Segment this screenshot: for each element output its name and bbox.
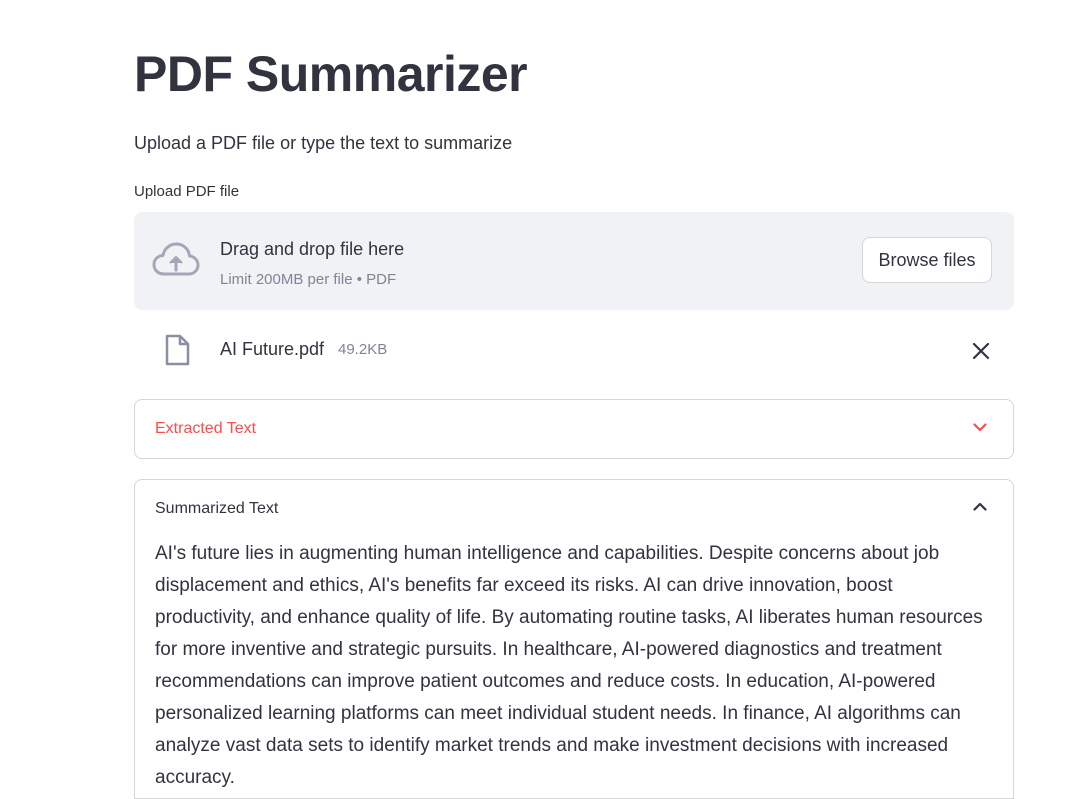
cloud-upload-icon [152,242,200,276]
dropzone-title: Drag and drop file here [220,239,405,259]
expander-summarized-text: Summarized Text AI's future lies in augm… [134,479,1014,799]
expander-label: Extracted Text [155,420,257,437]
page-subtitle: Upload a PDF file or type the text to su… [134,133,513,153]
chevron-up-icon [973,502,987,511]
expander-header-extracted-text[interactable]: Extracted Text [135,400,1013,458]
browse-files-button[interactable]: Browse files [862,237,992,283]
chevron-down-icon [973,423,987,432]
expander-extracted-text: Extracted Text [134,399,1014,459]
expander-label: Summarized Text [155,500,279,517]
file-icon [165,334,190,366]
file-dropzone[interactable]: Drag and drop file here Limit 200MB per … [134,212,1014,310]
dropzone-limit: Limit 200MB per file • PDF [220,271,397,288]
file-size: 49.2KB [338,341,388,358]
expander-header-summarized-text[interactable]: Summarized Text [135,480,1013,538]
file-name: AI Future.pdf [220,339,325,359]
uploaded-file-row: AI Future.pdf 49.2KB [134,326,1014,374]
page-title: PDF Summarizer [134,46,528,102]
summary-text: AI's future lies in augmenting human int… [155,543,983,788]
upload-label: Upload PDF file [134,183,240,200]
close-icon[interactable] [968,338,994,364]
